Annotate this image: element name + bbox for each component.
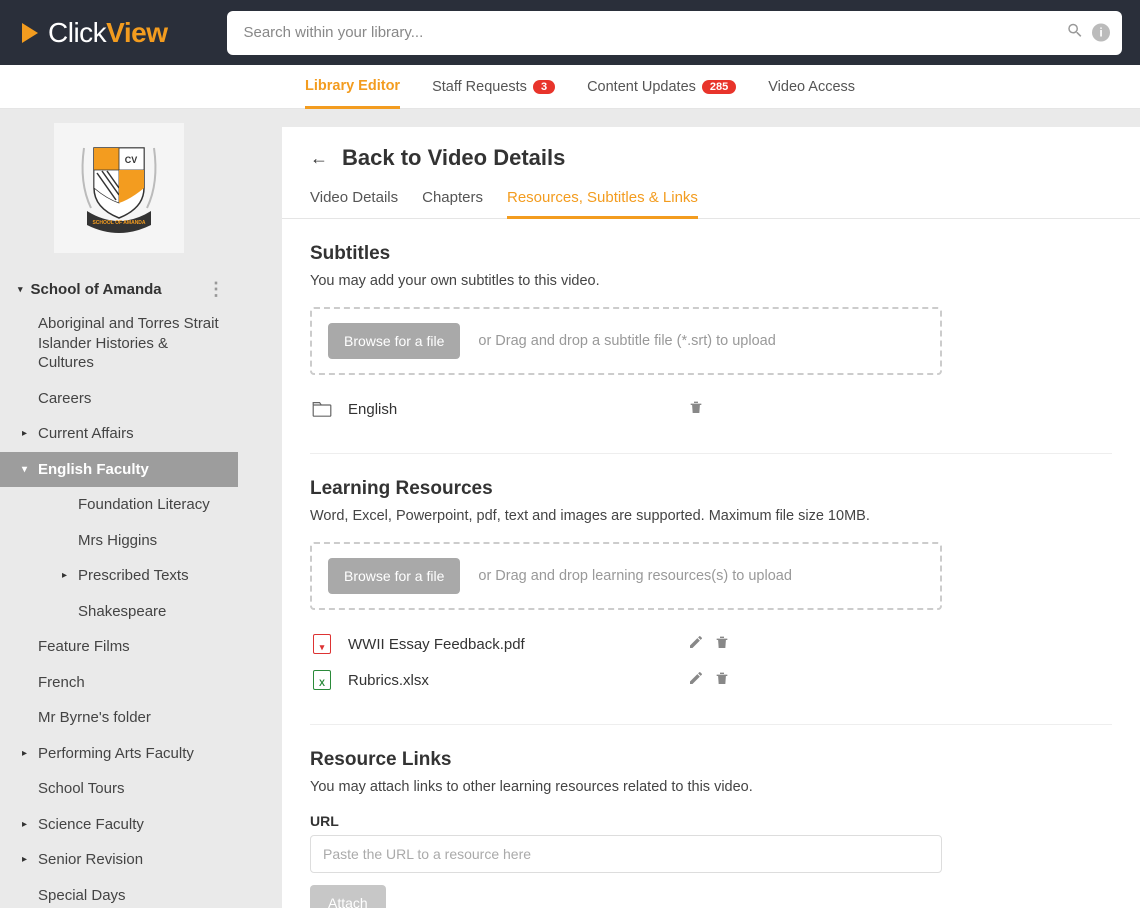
page-title: Back to Video Details xyxy=(342,145,565,171)
tab-resources[interactable]: Resources, Subtitles & Links xyxy=(507,189,698,219)
school-name: School of Amanda xyxy=(31,281,162,298)
resource-file-name: Rubrics.xlsx xyxy=(348,672,688,689)
url-label: URL xyxy=(310,813,1112,829)
sidebar-item[interactable]: Senior Revision xyxy=(0,842,238,878)
subtitles-section: Subtitles You may add your own subtitles… xyxy=(282,219,1140,427)
sidebar: CV SCHOOL OF AMANDA ▾ School of Amanda ⋮ xyxy=(0,109,238,908)
caret-down-icon: ▾ xyxy=(18,284,23,295)
sidebar-item[interactable]: Performing Arts Faculty xyxy=(0,736,238,772)
links-section: Resource Links You may attach links to o… xyxy=(282,725,1140,908)
resource-drop-text: or Drag and drop learning resources(s) t… xyxy=(478,568,792,584)
delete-icon[interactable] xyxy=(688,399,704,419)
sidebar-item[interactable]: French xyxy=(0,665,238,701)
sidebar-item[interactable]: Careers xyxy=(0,381,238,417)
links-desc: You may attach links to other learning r… xyxy=(310,779,1112,795)
edit-icon[interactable] xyxy=(688,670,704,690)
subnav-video-access[interactable]: Video Access xyxy=(768,65,855,108)
brand-logo[interactable]: ClickView xyxy=(22,17,167,49)
subnav-content-updates[interactable]: Content Updates 285 xyxy=(587,65,736,108)
sidebar-item[interactable]: School Tours xyxy=(0,771,238,807)
sidebar-item[interactable]: Aboriginal and Torres Strait Islander Hi… xyxy=(0,306,238,381)
search-icon[interactable] xyxy=(1066,21,1084,44)
subtitles-dropzone[interactable]: Browse for a file or Drag and drop a sub… xyxy=(310,307,942,375)
resources-dropzone[interactable]: Browse for a file or Drag and drop learn… xyxy=(310,542,942,610)
content-updates-badge: 285 xyxy=(702,80,736,94)
sidebar-item-english-faculty[interactable]: English Faculty xyxy=(0,452,238,488)
subnav-staff-requests[interactable]: Staff Requests 3 xyxy=(432,65,555,108)
sidebar-subitem[interactable]: Prescribed Texts xyxy=(20,558,238,594)
sidebar-item[interactable]: Current Affairs xyxy=(0,416,238,452)
main-content: ← Back to Video Details Video Details Ch… xyxy=(238,109,1140,908)
search-container: i xyxy=(227,11,1122,55)
svg-text:CV: CV xyxy=(125,155,138,165)
more-options-icon[interactable]: ⋮ xyxy=(207,279,226,300)
resources-desc: Word, Excel, Powerpoint, pdf, text and i… xyxy=(310,508,1112,524)
xlsx-icon: X xyxy=(310,670,334,690)
resource-file-row: ▾ WWII Essay Feedback.pdf xyxy=(310,626,740,662)
school-logo: CV SCHOOL OF AMANDA xyxy=(54,123,184,253)
tab-chapters[interactable]: Chapters xyxy=(422,189,483,218)
pdf-icon: ▾ xyxy=(310,634,334,654)
info-icon[interactable]: i xyxy=(1092,24,1110,42)
top-bar: ClickView i xyxy=(0,0,1140,65)
resource-file-name: WWII Essay Feedback.pdf xyxy=(348,636,688,653)
brand-text: ClickView xyxy=(48,17,167,49)
resources-heading: Learning Resources xyxy=(310,478,1112,500)
sidebar-item[interactable]: Special Days xyxy=(0,878,238,908)
links-heading: Resource Links xyxy=(310,749,1112,771)
sidebar-item[interactable]: Science Faculty xyxy=(0,807,238,843)
sub-nav: Library Editor Staff Requests 3 Content … xyxy=(0,65,1140,109)
back-arrow-icon[interactable]: ← xyxy=(310,148,328,169)
delete-icon[interactable] xyxy=(714,670,730,690)
subtitles-heading: Subtitles xyxy=(310,243,1112,265)
sidebar-subitem[interactable]: Mrs Higgins xyxy=(20,523,238,559)
subtitle-file-name: English xyxy=(348,401,688,418)
url-input[interactable] xyxy=(310,835,942,873)
sidebar-subitem[interactable]: Foundation Literacy xyxy=(20,487,238,523)
staff-requests-badge: 3 xyxy=(533,80,555,94)
svg-text:SCHOOL OF AMANDA: SCHOOL OF AMANDA xyxy=(92,220,145,226)
play-icon xyxy=(22,23,38,43)
tab-video-details[interactable]: Video Details xyxy=(310,189,398,218)
school-name-row[interactable]: ▾ School of Amanda ⋮ xyxy=(0,273,238,306)
search-input[interactable] xyxy=(227,11,1122,55)
editor-panel: ← Back to Video Details Video Details Ch… xyxy=(282,127,1140,908)
subnav-library-editor[interactable]: Library Editor xyxy=(305,66,400,109)
sidebar-subitem[interactable]: Shakespeare xyxy=(20,594,238,630)
subtitles-desc: You may add your own subtitles to this v… xyxy=(310,273,1112,289)
delete-icon[interactable] xyxy=(714,634,730,654)
folder-tree: Aboriginal and Torres Strait Islander Hi… xyxy=(0,306,238,908)
attach-button[interactable]: Attach xyxy=(310,885,386,908)
detail-tabs: Video Details Chapters Resources, Subtit… xyxy=(282,179,1140,219)
subtitle-file-row: English xyxy=(310,391,740,427)
sidebar-item[interactable]: Feature Films xyxy=(0,629,238,665)
browse-resource-button[interactable]: Browse for a file xyxy=(328,558,460,594)
browse-subtitle-button[interactable]: Browse for a file xyxy=(328,323,460,359)
resource-file-row: X Rubrics.xlsx xyxy=(310,662,740,698)
folder-icon xyxy=(310,401,334,417)
subtitle-drop-text: or Drag and drop a subtitle file (*.srt)… xyxy=(478,333,775,349)
sidebar-item[interactable]: Mr Byrne's folder xyxy=(0,700,238,736)
edit-icon[interactable] xyxy=(688,634,704,654)
resources-section: Learning Resources Word, Excel, Powerpoi… xyxy=(282,454,1140,698)
